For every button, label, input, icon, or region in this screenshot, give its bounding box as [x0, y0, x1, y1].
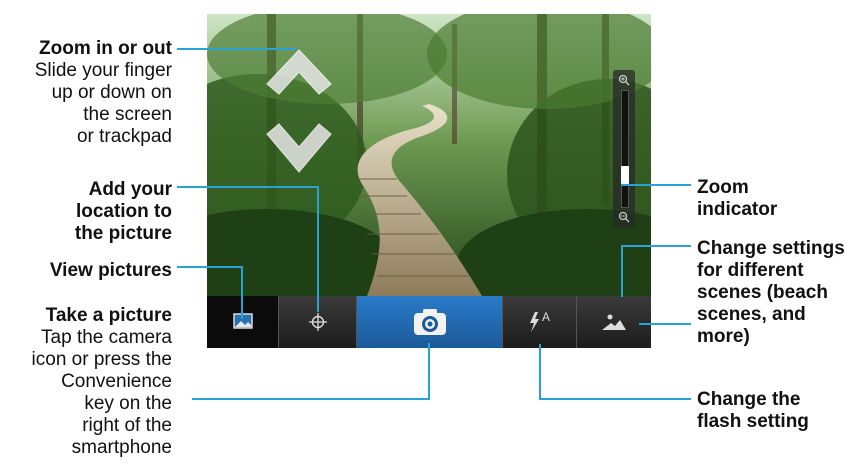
- leader-flash-setting: [539, 344, 691, 400]
- flash-button[interactable]: A: [503, 296, 577, 348]
- callout-take-desc-1: Tap the camera: [41, 327, 172, 348]
- callout-location-line-2: location to: [75, 201, 172, 222]
- callout-view-pictures-title: View pictures: [49, 260, 172, 281]
- callout-add-location: Add your location to the picture: [0, 179, 172, 245]
- callout-take-desc-2: icon or press the: [31, 349, 172, 370]
- callout-zoom-desc-2: up or down on: [51, 82, 172, 103]
- scene-mode-button[interactable]: [577, 296, 651, 348]
- callout-zoom-in-out: Zoom in or out Slide your finger up or d…: [0, 38, 172, 148]
- zoom-indicator[interactable]: [613, 70, 635, 228]
- callout-zoom-desc-3: the screen: [83, 104, 172, 125]
- callout-take-desc-4: key on the: [84, 393, 172, 414]
- flash-auto-icon: [530, 312, 539, 332]
- picture-icon: [233, 313, 253, 329]
- callout-scene-line-3: scenes (beach: [697, 282, 828, 303]
- crosshair-icon: [309, 313, 327, 331]
- callout-take-desc-6: smartphone: [71, 437, 172, 458]
- flash-auto-label: A: [542, 310, 551, 324]
- camera-toolbar: A: [207, 296, 651, 348]
- take-picture-button[interactable]: [357, 296, 503, 348]
- callout-zoom-indicator: Zoom indicator: [697, 177, 857, 221]
- callout-scene-line-4: scenes, and: [697, 304, 806, 325]
- callout-view-pictures: View pictures: [0, 260, 172, 282]
- zoom-track: [621, 90, 629, 208]
- zoom-out-icon[interactable]: [618, 211, 630, 223]
- callout-take-desc-3: Convenience: [61, 371, 172, 392]
- callout-take-desc-5: right of the: [82, 415, 172, 436]
- callout-scene-line-1: Change settings: [697, 238, 845, 259]
- viewfinder-scene[interactable]: [207, 14, 651, 296]
- callout-scene-settings: Change settings for different scenes (be…: [697, 238, 857, 348]
- callout-take-picture: Take a picture Tap the camera icon or pr…: [0, 305, 172, 459]
- callout-flash-setting: Change the flash setting: [697, 389, 857, 433]
- callout-location-line-3: the picture: [74, 223, 172, 244]
- callout-take-picture-title: Take a picture: [45, 305, 172, 326]
- callout-scene-line-5: more): [697, 326, 750, 347]
- leader-take-picture: [192, 343, 430, 400]
- callout-location-line-1: Add your: [88, 179, 172, 200]
- callout-flash-line-1: Change the: [697, 389, 801, 410]
- camera-icon: [414, 309, 446, 335]
- callout-zoom-indicator-line-2: indicator: [697, 199, 778, 220]
- callout-scene-line-2: for different: [697, 260, 804, 281]
- callout-zoom-title: Zoom in or out: [39, 38, 172, 59]
- geotag-button[interactable]: [279, 296, 357, 348]
- landscape-icon: [602, 314, 626, 330]
- callout-zoom-indicator-line-1: Zoom: [697, 177, 749, 198]
- camera-screen[interactable]: A: [207, 14, 651, 348]
- callout-zoom-desc-1: Slide your finger: [34, 60, 172, 81]
- zoom-level-thumb[interactable]: [621, 166, 629, 185]
- callout-zoom-desc-4: or trackpad: [76, 126, 172, 147]
- callout-flash-line-2: flash setting: [697, 411, 809, 432]
- zoom-in-icon[interactable]: [618, 74, 630, 86]
- view-pictures-button[interactable]: [207, 296, 279, 348]
